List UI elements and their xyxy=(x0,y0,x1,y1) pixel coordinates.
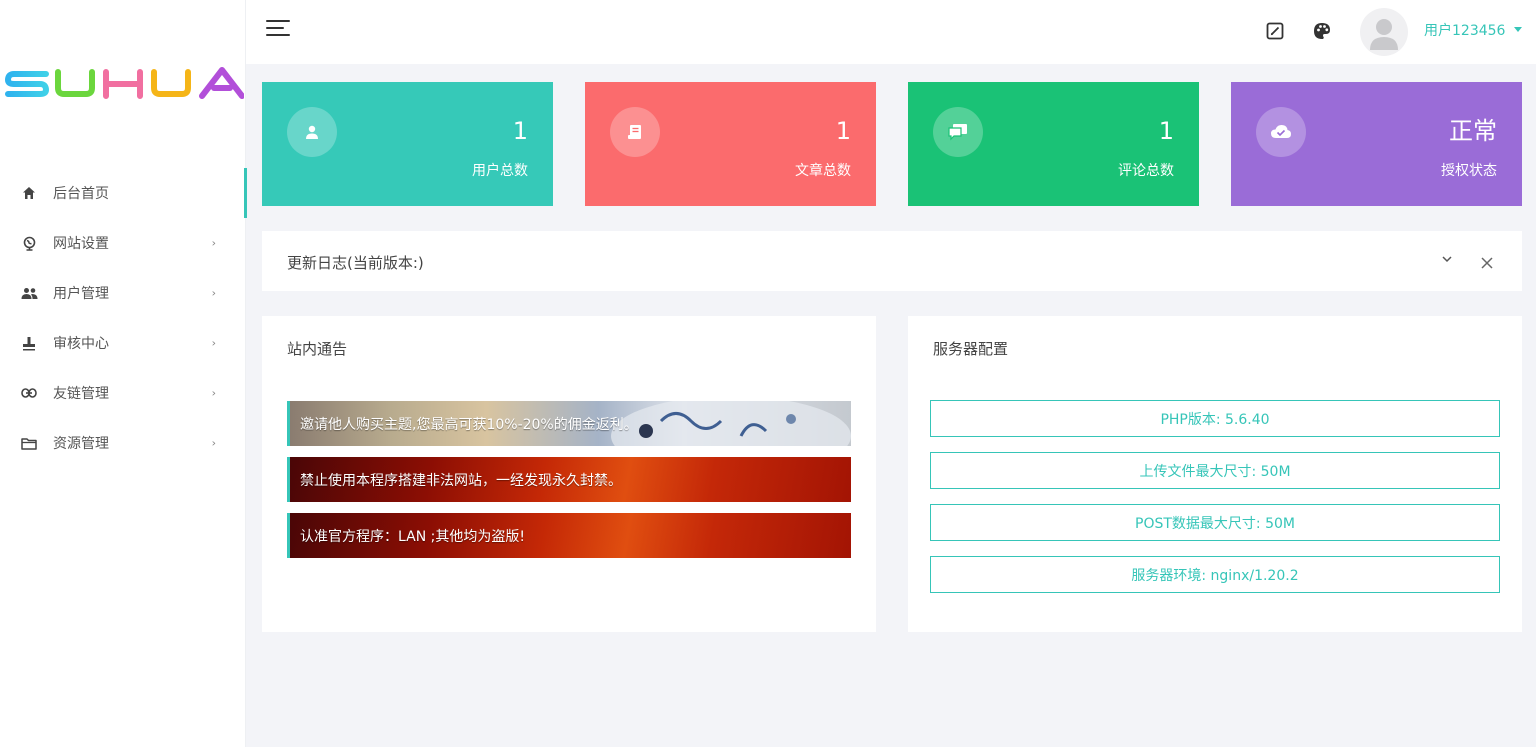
stamp-icon xyxy=(20,334,38,352)
sidebar-item-label: 审核中心 xyxy=(53,336,109,352)
sidebar-nav: 后台首页 网站设置 › 用户管理 › 审核中心 › 友链管理 › 资源管理 › xyxy=(0,168,247,468)
chevron-right-icon: › xyxy=(211,236,216,250)
user-icon xyxy=(287,107,337,157)
stat-value: 1 xyxy=(512,117,528,145)
server-info-item: PHP版本: 5.6.40 xyxy=(930,400,1500,437)
stat-card-articles[interactable]: 1 文章总数 xyxy=(585,82,876,206)
link-icon xyxy=(20,384,38,402)
notice-panel: 站内通告 邀请他人购买主题,您最高可获10%-20%的佣金返利。 禁止使用本程序… xyxy=(262,316,876,632)
username[interactable]: 用户123456 xyxy=(1424,20,1505,40)
folder-icon xyxy=(20,434,38,452)
sidebar-item-home[interactable]: 后台首页 xyxy=(0,168,247,218)
chevron-right-icon: › xyxy=(211,386,216,400)
stat-value: 1 xyxy=(835,117,851,145)
sidebar-item-label: 网站设置 xyxy=(53,236,109,252)
stat-card-comments[interactable]: 1 评论总数 xyxy=(908,82,1199,206)
palette-icon[interactable] xyxy=(1311,20,1333,42)
server-info-item: 服务器环境: nginx/1.20.2 xyxy=(930,556,1500,593)
notice-panel-title: 站内通告 xyxy=(287,340,348,358)
comment-icon xyxy=(933,107,983,157)
notice-text: 认准官方程序：LAN ;其他均为盗版! xyxy=(300,528,525,545)
sidebar-item-label: 后台首页 xyxy=(53,186,109,202)
chevron-down-icon[interactable] xyxy=(1440,251,1454,265)
chevron-right-icon: › xyxy=(211,286,216,300)
sidebar-item-site-settings[interactable]: 网站设置 › xyxy=(0,218,246,268)
article-icon xyxy=(610,107,660,157)
notice-text: 禁止使用本程序搭建非法网站，一经发现永久封禁。 xyxy=(300,472,622,489)
menu-icon[interactable] xyxy=(266,20,290,42)
top-header: 用户123456 xyxy=(246,0,1536,64)
sidebar-item-label: 资源管理 xyxy=(53,436,109,452)
home-icon xyxy=(20,184,38,202)
sidebar-item-resource-management[interactable]: 资源管理 › xyxy=(0,418,246,468)
users-icon xyxy=(20,284,38,302)
sidebar-item-friend-links[interactable]: 友链管理 › xyxy=(0,368,246,418)
notice-item[interactable]: 禁止使用本程序搭建非法网站，一经发现永久封禁。 xyxy=(287,457,851,502)
stat-label: 文章总数 xyxy=(795,163,851,179)
edit-icon[interactable] xyxy=(1264,20,1286,42)
cloud-check-icon xyxy=(1256,107,1306,157)
server-config-panel: 服务器配置 PHP版本: 5.6.40 上传文件最大尺寸: 50M POST数据… xyxy=(908,316,1522,632)
stat-card-license[interactable]: 正常 授权状态 xyxy=(1231,82,1522,206)
stat-label: 评论总数 xyxy=(1118,163,1174,179)
sidebar-item-review-center[interactable]: 审核中心 › xyxy=(0,318,246,368)
stat-card-users[interactable]: 1 用户总数 xyxy=(262,82,553,206)
caret-down-icon[interactable] xyxy=(1514,27,1522,32)
notice-item[interactable]: 认准官方程序：LAN ;其他均为盗版! xyxy=(287,513,851,558)
chevron-right-icon: › xyxy=(211,436,216,450)
sidebar-item-label: 友链管理 xyxy=(53,386,109,402)
stat-label: 授权状态 xyxy=(1441,163,1497,179)
notice-item[interactable]: 邀请他人购买主题,您最高可获10%-20%的佣金返利。 xyxy=(287,401,851,446)
update-log-panel: 更新日志(当前版本:) xyxy=(262,231,1522,291)
stat-value: 1 xyxy=(1158,117,1174,145)
server-info-item: 上传文件最大尺寸: 50M xyxy=(930,452,1500,489)
logo[interactable] xyxy=(4,64,244,104)
close-icon[interactable] xyxy=(1480,255,1494,269)
sidebar: 后台首页 网站设置 › 用户管理 › 审核中心 › 友链管理 › 资源管理 › xyxy=(0,0,247,747)
avatar[interactable] xyxy=(1360,8,1408,56)
stat-value: 正常 xyxy=(1449,117,1497,145)
sidebar-item-label: 用户管理 xyxy=(53,286,109,302)
notice-text: 邀请他人购买主题,您最高可获10%-20%的佣金返利。 xyxy=(300,416,638,433)
server-panel-title: 服务器配置 xyxy=(933,340,1009,358)
sidebar-item-user-management[interactable]: 用户管理 › xyxy=(0,268,246,318)
chevron-right-icon: › xyxy=(211,336,216,350)
globe-icon xyxy=(20,234,38,252)
stat-label: 用户总数 xyxy=(472,163,528,179)
update-log-title: 更新日志(当前版本:) xyxy=(287,254,424,272)
server-info-item: POST数据最大尺寸: 50M xyxy=(930,504,1500,541)
